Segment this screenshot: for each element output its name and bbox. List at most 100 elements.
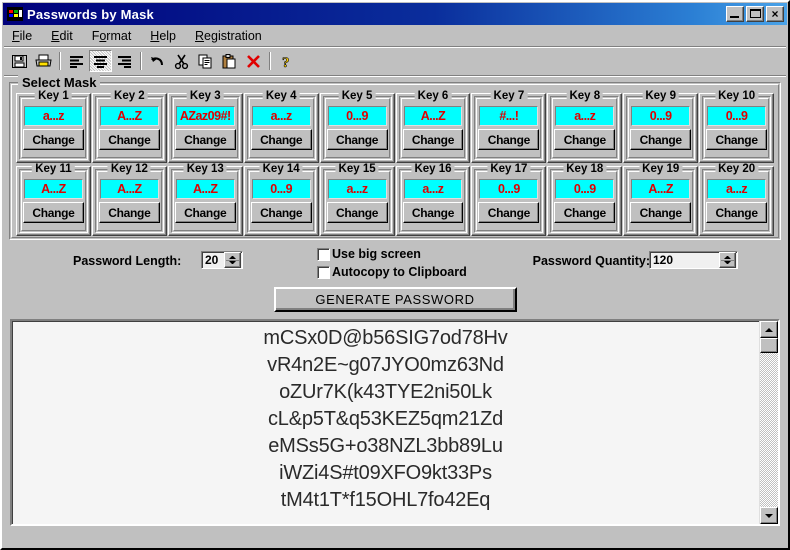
mask-key-change-button[interactable]: Change <box>554 202 616 223</box>
mask-key-title: Key 5 <box>338 90 376 102</box>
mask-key-change-button[interactable]: Change <box>630 129 692 150</box>
window-title: Passwords by Mask <box>27 6 154 22</box>
mask-key-title: Key 9 <box>642 90 680 102</box>
scroll-up-icon[interactable] <box>760 321 778 338</box>
autocopy-clipboard-checkbox[interactable]: Autocopy to Clipboard <box>317 265 467 279</box>
mask-key-value: A...Z <box>24 179 83 199</box>
mask-key-value: A...Z <box>99 106 159 126</box>
delete-icon[interactable] <box>242 50 265 72</box>
output-vertical-scrollbar[interactable] <box>759 321 778 524</box>
mask-key-change-button[interactable]: Change <box>630 202 692 223</box>
password-line: vR4n2E~g07JYO0mz63Nd <box>267 354 504 376</box>
mask-key-change-button[interactable]: Change <box>706 202 768 223</box>
menu-item-registration[interactable]: Registration <box>193 28 271 44</box>
mask-key-change-button[interactable]: Change <box>174 202 236 223</box>
mask-key-value: A...Z <box>403 106 463 126</box>
mask-key-frame: Key 12 A...Z Change <box>94 163 164 233</box>
mask-key-title: Key 11 <box>32 163 75 175</box>
paste-icon[interactable] <box>218 50 241 72</box>
checkbox-box-big-screen[interactable] <box>317 247 330 261</box>
options-bar: Password Length: 20 Use big screen Autoc… <box>2 244 788 286</box>
password-length-spin-arrows[interactable] <box>224 252 241 268</box>
mask-key-frame: Key 10 0...9 Change <box>702 90 772 160</box>
mask-key-title: Key 15 <box>335 163 379 175</box>
svg-text:?: ? <box>282 55 290 70</box>
use-big-screen-checkbox[interactable]: Use big screen <box>317 247 421 261</box>
mask-key-change-button[interactable]: Change <box>23 129 84 150</box>
mask-key-change-button[interactable]: Change <box>402 129 464 150</box>
menu-item-edit[interactable]: Edit <box>49 28 82 44</box>
mask-key-frame: Key 2 A...Z Change <box>94 90 164 160</box>
mask-key-title: Key 17 <box>487 163 531 175</box>
password-length-stepper[interactable]: 20 <box>201 251 243 269</box>
align-center-icon[interactable] <box>89 50 112 72</box>
mask-key-16: Key 16 a...z Change <box>395 163 471 236</box>
mask-key-change-button[interactable]: Change <box>326 129 388 150</box>
scroll-down-icon[interactable] <box>760 507 778 524</box>
menu-item-format[interactable]: Format <box>90 28 141 44</box>
mask-key-17: Key 17 0...9 Change <box>471 163 547 236</box>
password-line: mCSx0D@b56SIG7od78Hv <box>263 327 508 349</box>
password-line: iWZi4S#t09XFO9kt33Ps <box>279 462 492 484</box>
cut-icon[interactable] <box>170 50 193 72</box>
mask-key-frame: Key 17 0...9 Change <box>474 163 544 233</box>
scrollbar-track[interactable] <box>760 353 778 507</box>
generate-password-button[interactable]: GENERATE PASSWORD <box>273 287 517 312</box>
mask-key-row-2: Key 11 A...Z Change Key 12 A...Z Change Key 13… <box>14 163 776 236</box>
mask-key-change-button[interactable]: Change <box>174 129 236 150</box>
align-right-icon[interactable] <box>113 50 136 72</box>
mask-key-frame: Key 18 0...9 Change <box>550 163 620 233</box>
scrollbar-thumb[interactable] <box>760 338 778 353</box>
mask-key-frame: Key 16 a...z Change <box>398 163 468 233</box>
mask-key-frame: Key 8 a...z Change <box>550 90 620 160</box>
mask-key-frame: Key 20 a...z Change <box>702 163 772 233</box>
align-left-icon[interactable] <box>65 50 88 72</box>
mask-key-change-button[interactable]: Change <box>706 129 768 150</box>
app-palette-icon <box>7 7 23 21</box>
mask-key-frame: Key 11 A...Z Change <box>19 163 88 233</box>
mask-key-15: Key 15 a...z Change <box>319 163 395 236</box>
mask-key-value: #...! <box>479 106 539 126</box>
mask-key-8: Key 8 a...z Change <box>547 90 623 163</box>
mask-key-value: a...z <box>403 179 463 199</box>
mask-key-change-button[interactable]: Change <box>250 129 312 150</box>
mask-key-title: Key 13 <box>183 163 227 175</box>
mask-key-frame: Key 13 A...Z Change <box>170 163 240 233</box>
menu-item-help[interactable]: Help <box>148 28 185 44</box>
mask-key-11: Key 11 A...Z Change <box>16 163 91 236</box>
close-button[interactable]: × <box>766 6 784 22</box>
mask-key-row-1: Key 1 a...z Change Key 2 A...Z Change Key 3 AZa… <box>14 90 776 163</box>
password-quantity-stepper[interactable]: 120 <box>649 251 738 269</box>
print-icon[interactable] <box>32 50 55 72</box>
mask-key-value: A...Z <box>631 179 691 199</box>
mask-key-change-button[interactable]: Change <box>402 202 464 223</box>
save-icon[interactable] <box>8 50 31 72</box>
mask-key-frame: Key 15 a...z Change <box>322 163 392 233</box>
mask-key-change-button[interactable]: Change <box>250 202 312 223</box>
copy-icon[interactable] <box>194 50 217 72</box>
mask-key-change-button[interactable]: Change <box>98 202 160 223</box>
password-quantity-value: 120 <box>653 253 674 267</box>
mask-key-change-button[interactable]: Change <box>554 129 616 150</box>
password-quantity-spin-arrows[interactable] <box>719 252 736 268</box>
close-icon: × <box>771 7 779 21</box>
help-icon[interactable]: ? <box>275 50 298 72</box>
mask-key-change-button[interactable]: Change <box>478 129 540 150</box>
mask-key-title: Key 8 <box>566 90 604 102</box>
title-bar: Passwords by Mask × <box>3 3 787 25</box>
maximize-button[interactable] <box>746 6 764 22</box>
mask-key-change-button[interactable]: Change <box>98 129 160 150</box>
mask-key-change-button[interactable]: Change <box>478 202 540 223</box>
checkbox-box-autocopy[interactable] <box>317 265 330 279</box>
mask-key-frame: Key 5 0...9 Change <box>322 90 392 160</box>
toolbar-separator <box>4 75 786 77</box>
undo-icon[interactable] <box>146 50 169 72</box>
mask-key-change-button[interactable]: Change <box>23 202 84 223</box>
password-list[interactable]: mCSx0D@b56SIG7od78Hv vR4n2E~g07JYO0mz63Nd… <box>12 321 759 524</box>
minimize-button[interactable] <box>726 6 744 22</box>
mask-key-value: a...z <box>707 179 767 199</box>
mask-key-change-button[interactable]: Change <box>326 202 388 223</box>
mask-key-13: Key 13 A...Z Change <box>167 163 243 236</box>
password-line: tM4t1T*f15OHL7fo42Eq <box>280 489 491 511</box>
menu-item-file[interactable]: File <box>10 28 41 44</box>
